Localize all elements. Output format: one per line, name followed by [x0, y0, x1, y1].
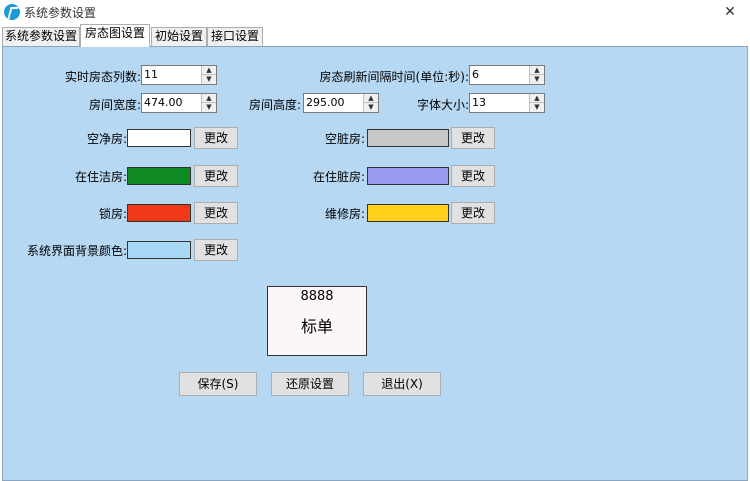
tab-initial-settings[interactable]: 初始设置 — [151, 27, 207, 46]
refresh-interval-value: 6 — [472, 68, 479, 81]
occupied-dirty-label: 在住脏房: — [312, 170, 365, 184]
background-color-swatch — [127, 241, 191, 259]
spin-down-icon[interactable]: ▼ — [530, 75, 544, 84]
room-height-spinner: ▲ ▼ — [363, 94, 378, 112]
occupied-dirty-change-button[interactable]: 更改 — [451, 165, 495, 187]
room-width-spinner: ▲ ▼ — [201, 94, 216, 112]
room-height-label: 房间高度: — [248, 98, 301, 112]
spin-down-icon[interactable]: ▼ — [202, 103, 216, 112]
occupied-clean-label: 在住洁房: — [74, 170, 127, 184]
app-logo-icon — [4, 4, 20, 20]
vacant-clean-change-button[interactable]: 更改 — [194, 127, 238, 149]
room-preview-tile: 8888 标单 — [267, 286, 367, 356]
maintenance-change-button[interactable]: 更改 — [451, 202, 495, 224]
tab-system-params[interactable]: 系统参数设置 — [2, 27, 80, 46]
locked-swatch — [127, 204, 191, 222]
realtime-columns-value: 11 — [144, 68, 158, 81]
occupied-clean-change-button[interactable]: 更改 — [194, 165, 238, 187]
tab-room-status-map[interactable]: 房态图设置 — [80, 24, 150, 47]
vacant-dirty-label: 空脏房: — [324, 132, 365, 146]
spin-up-icon[interactable]: ▲ — [530, 66, 544, 75]
font-size-value: 13 — [472, 96, 486, 109]
maintenance-swatch — [367, 204, 449, 222]
tab-interface-settings[interactable]: 接口设置 — [207, 27, 263, 46]
occupied-dirty-swatch — [367, 167, 449, 185]
vacant-clean-swatch — [127, 129, 191, 147]
realtime-columns-spinner: ▲ ▼ — [201, 66, 216, 84]
spin-up-icon[interactable]: ▲ — [202, 66, 216, 75]
settings-panel: 实时房态列数: 11 ▲ ▼ 房态刷新间隔时间(单位:秒): 6 ▲ ▼ 房间宽… — [2, 46, 748, 481]
room-height-value: 295.00 — [306, 96, 345, 109]
preview-room-number: 8888 — [300, 289, 334, 304]
realtime-columns-input[interactable]: 11 ▲ ▼ — [141, 65, 217, 85]
occupied-clean-swatch — [127, 167, 191, 185]
font-size-input[interactable]: 13 ▲ ▼ — [469, 93, 545, 113]
font-size-spinner: ▲ ▼ — [529, 94, 544, 112]
refresh-interval-input[interactable]: 6 ▲ ▼ — [469, 65, 545, 85]
save-button[interactable]: 保存(S) — [179, 372, 257, 396]
spin-down-icon[interactable]: ▼ — [364, 103, 378, 112]
restore-settings-button[interactable]: 还原设置 — [271, 372, 349, 396]
spin-down-icon[interactable]: ▼ — [530, 103, 544, 112]
refresh-interval-spinner: ▲ ▼ — [529, 66, 544, 84]
maintenance-label: 维修房: — [324, 207, 365, 221]
realtime-columns-label: 实时房态列数: — [64, 70, 141, 84]
locked-label: 锁房: — [98, 207, 127, 221]
locked-change-button[interactable]: 更改 — [194, 202, 238, 224]
spin-up-icon[interactable]: ▲ — [364, 94, 378, 103]
exit-button[interactable]: 退出(X) — [363, 372, 441, 396]
font-size-label: 字体大小: — [416, 98, 469, 112]
background-color-change-button[interactable]: 更改 — [194, 239, 238, 261]
close-button[interactable]: ✕ — [720, 2, 740, 22]
room-width-input[interactable]: 474.00 ▲ ▼ — [141, 93, 217, 113]
window-title: 系统参数设置 — [24, 6, 97, 20]
vacant-clean-label: 空净房: — [86, 132, 127, 146]
tab-bar: 系统参数设置 房态图设置 初始设置 接口设置 — [0, 24, 750, 47]
title-bar: 系统参数设置 ✕ — [0, 0, 750, 24]
background-color-label: 系统界面背景颜色: — [26, 244, 127, 258]
room-width-value: 474.00 — [144, 96, 183, 109]
spin-up-icon[interactable]: ▲ — [530, 94, 544, 103]
room-width-label: 房间宽度: — [88, 98, 141, 112]
vacant-dirty-swatch — [367, 129, 449, 147]
room-height-input[interactable]: 295.00 ▲ ▼ — [303, 93, 379, 113]
spin-up-icon[interactable]: ▲ — [202, 94, 216, 103]
refresh-interval-label: 房态刷新间隔时间(单位:秒): — [319, 70, 469, 84]
spin-down-icon[interactable]: ▼ — [202, 75, 216, 84]
preview-room-type: 标单 — [300, 317, 333, 336]
vacant-dirty-change-button[interactable]: 更改 — [451, 127, 495, 149]
